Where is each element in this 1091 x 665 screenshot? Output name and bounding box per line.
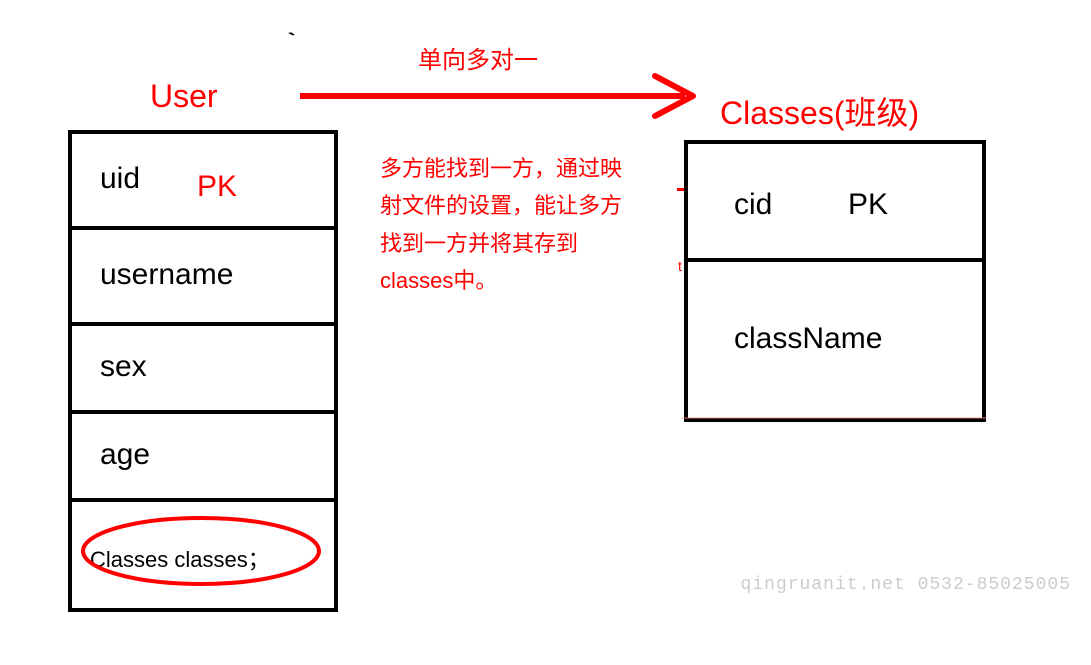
user-row-age: age <box>72 414 334 502</box>
user-entity-box: uid PK username sex age Classes classes； <box>68 130 338 612</box>
field-cid: cid <box>734 188 772 221</box>
pk-label-classes: PK <box>848 188 888 222</box>
user-row-sex: sex <box>72 326 334 414</box>
field-classes-ref: Classes classes； <box>90 542 270 574</box>
user-row-uid: uid PK <box>72 134 334 230</box>
relation-description: 多方能找到一方，通过映射文件的设置，能让多方找到一方并将其存到classes中。 <box>380 150 630 300</box>
pk-label-user: PK <box>197 170 237 204</box>
arrow-icon <box>295 68 715 128</box>
user-entity-title: User <box>150 78 218 115</box>
user-row-classes-ref: Classes classes； <box>72 502 334 608</box>
classes-row-classname: className <box>688 262 982 418</box>
field-age: age <box>100 438 150 471</box>
user-row-username: username <box>72 230 334 326</box>
watermark-text: qingruanit.net 0532-85025005 <box>741 575 1071 595</box>
field-sex: sex <box>100 350 147 383</box>
faint-underline <box>682 417 986 419</box>
classes-entity-title: Classes(班级) <box>720 88 919 134</box>
scribble-mark: ` <box>287 27 301 54</box>
field-uid: uid <box>100 162 140 195</box>
field-classname: className <box>734 322 882 355</box>
classes-entity-box: cid PK className <box>684 140 986 422</box>
classes-row-cid: cid PK <box>688 144 982 262</box>
field-username: username <box>100 258 233 291</box>
